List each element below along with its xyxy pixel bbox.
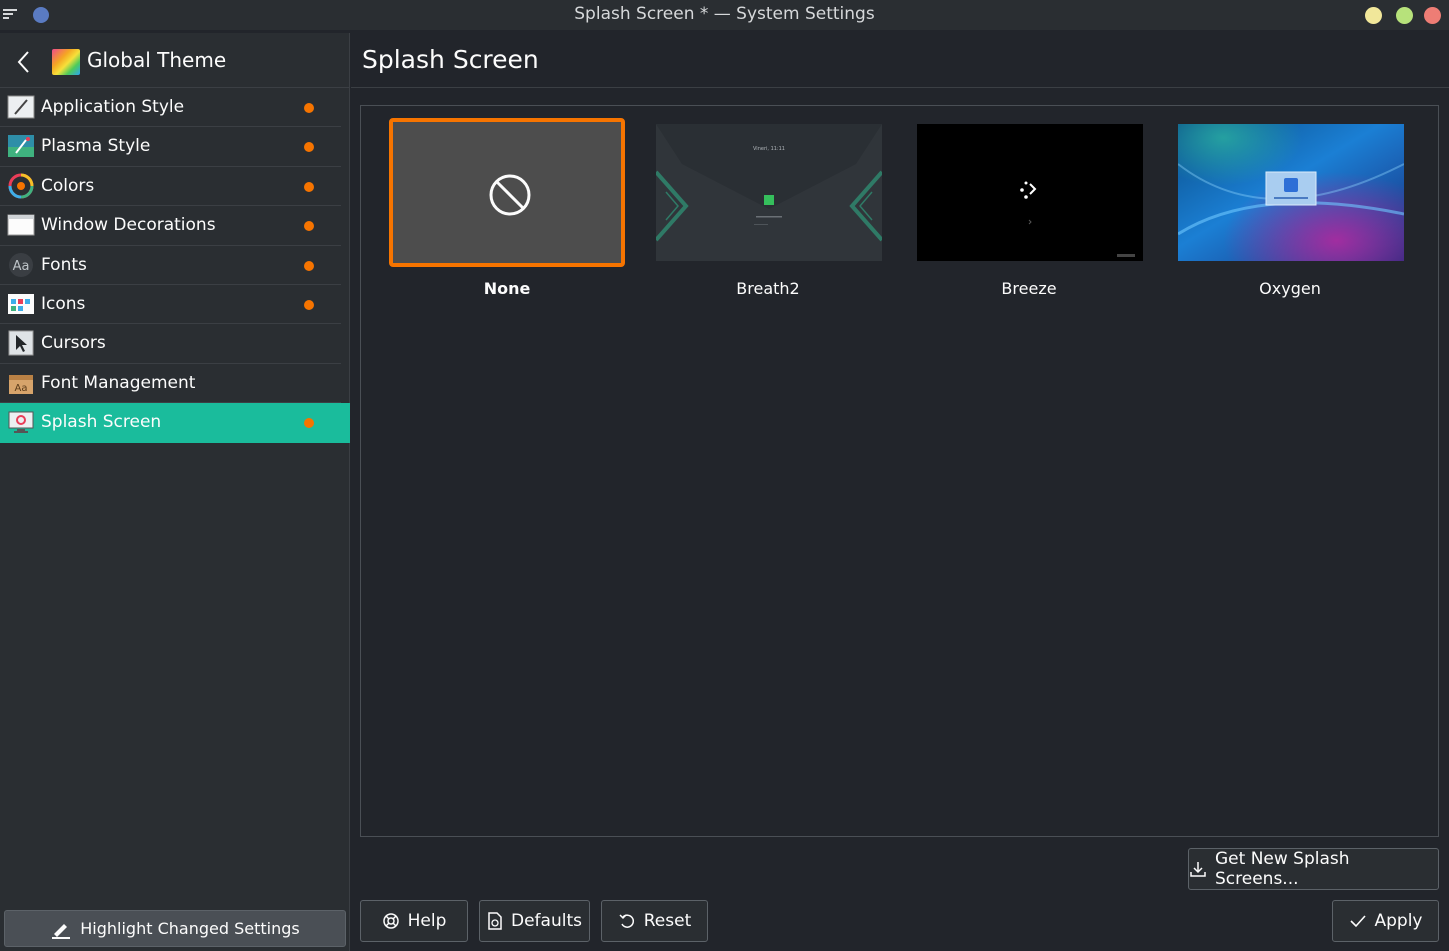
minimize-button[interactable] [1365, 7, 1382, 24]
get-new-splash-screens-button[interactable]: Get New Splash Screens... [1188, 848, 1439, 890]
sidebar-item-window-decorations[interactable]: Window Decorations [0, 206, 341, 246]
sidebar-header: Global Theme [0, 33, 350, 88]
sidebar-item-application-style[interactable]: Application Style [0, 88, 341, 128]
sidebar-item-plasma-style[interactable]: Plasma Style [0, 127, 341, 167]
colors-icon [8, 173, 34, 199]
reset-button[interactable]: Reset [601, 900, 708, 942]
sidebar-item-label: Colors [41, 175, 95, 196]
fonts-icon: Aa [9, 252, 33, 277]
undo-icon [619, 914, 634, 928]
changed-indicator [304, 221, 314, 232]
sidebar-item-label: Font Management [41, 372, 196, 393]
get-new-splash-screens-label: Get New Splash Screens... [1215, 849, 1350, 889]
theme-thumbnail [1172, 118, 1408, 267]
cursors-icon [8, 330, 34, 356]
help-label: Help [407, 911, 447, 931]
changed-indicator [304, 418, 314, 429]
download-icon [1190, 862, 1206, 877]
font-management-icon: Aa [9, 374, 33, 394]
splash-screen-icon [8, 411, 34, 434]
sidebar-title: Global Theme [87, 48, 227, 72]
theme-name: Breath2 [736, 279, 800, 298]
sidebar-item-label: Splash Screen [41, 412, 162, 433]
svg-text:Aa: Aa [15, 383, 28, 394]
breeze-preview-image [917, 124, 1143, 261]
sidebar-item-colors[interactable]: Colors [0, 167, 341, 207]
defaults-label: Defaults [511, 911, 582, 931]
maximize-button[interactable] [1396, 7, 1413, 24]
global-theme-icon [52, 49, 80, 75]
splash-theme-breeze[interactable]: Breeze [911, 118, 1147, 308]
reset-label: Reset [643, 911, 692, 931]
window-title: Splash Screen * — System Settings [574, 4, 875, 24]
sidebar-item-label: Window Decorations [41, 215, 216, 236]
page-title: Splash Screen [362, 45, 539, 74]
theme-name: Breeze [1001, 279, 1057, 298]
icons-icon [8, 293, 34, 314]
oxygen-preview-image [1178, 124, 1404, 261]
help-button[interactable]: Help [360, 900, 468, 942]
highlight-changed-settings-label: Highlight Changed Settings [80, 919, 300, 938]
sidebar-item-label: Icons [41, 293, 86, 314]
splash-theme-none[interactable]: None [389, 118, 625, 308]
application-style-icon [7, 95, 35, 119]
checkmark-icon [1349, 915, 1366, 928]
sidebar-item-label: Cursors [41, 333, 106, 354]
breath2-preview-image [656, 124, 882, 261]
header-separator [351, 87, 1449, 88]
theme-name: None [483, 279, 531, 298]
sidebar-item-label: Application Style [41, 97, 185, 117]
splash-theme-oxygen[interactable]: Oxygen [1172, 118, 1408, 308]
sidebar-item-splash-screen[interactable]: Splash Screen [0, 403, 350, 443]
theme-name: Oxygen [1259, 279, 1321, 298]
splash-theme-breath2[interactable]: Vineri, 11:11 Breath2 [650, 118, 886, 308]
close-button[interactable] [1424, 7, 1441, 24]
back-arrow-icon[interactable] [14, 49, 34, 75]
help-lifebuoy-icon [382, 913, 399, 929]
theme-thumbnail [911, 118, 1147, 267]
title-bar: Splash Screen * — System Settings [0, 0, 1449, 30]
sidebar-item-font-management[interactable]: Aa Font Management [0, 364, 341, 404]
window-decorations-icon [7, 214, 35, 236]
changed-indicator [304, 299, 314, 310]
changed-indicator [304, 181, 314, 192]
apply-button[interactable]: Apply [1332, 900, 1439, 942]
changed-indicator [304, 142, 314, 153]
changed-indicator [304, 260, 314, 271]
sidebar-item-fonts[interactable]: Aa Fonts [0, 246, 341, 285]
highlight-changed-settings-button[interactable]: Highlight Changed Settings [4, 910, 346, 947]
plasma-style-icon [8, 135, 34, 158]
breath2-preview-clock: Vineri, 11:11 [753, 146, 785, 152]
sidebar: Global Theme Application Style Plasma St… [0, 33, 350, 951]
sidebar-list: Application Style Plasma Style Colors Wi… [0, 88, 350, 443]
sidebar-item-label: Fonts [41, 254, 87, 275]
sidebar-item-cursors[interactable]: Cursors [0, 324, 341, 364]
defaults-button[interactable]: Defaults [479, 900, 590, 942]
sidebar-item-icons[interactable]: Icons [0, 285, 341, 325]
apply-label: Apply [1374, 911, 1423, 931]
theme-thumbnail [389, 118, 625, 267]
svg-text:Aa: Aa [13, 259, 30, 274]
theme-thumbnail: Vineri, 11:11 [650, 118, 886, 267]
none-icon [489, 174, 531, 216]
highlighter-icon [52, 923, 71, 939]
sidebar-item-label: Plasma Style [41, 136, 151, 157]
changed-indicator [304, 103, 314, 113]
document-defaults-icon [488, 912, 502, 930]
